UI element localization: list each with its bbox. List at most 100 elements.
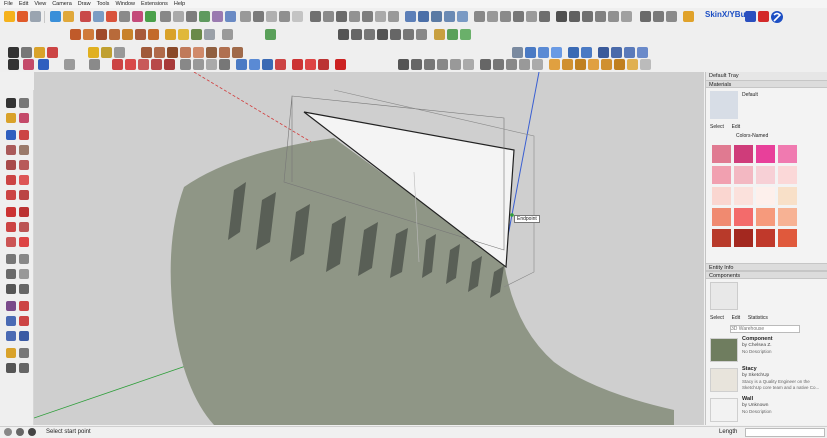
shapes-tool-icon[interactable] — [89, 59, 100, 70]
line-tool-icon[interactable] — [173, 11, 184, 22]
scenes-icon[interactable] — [178, 29, 189, 40]
zoom-icon[interactable] — [6, 316, 16, 326]
xray-icon[interactable] — [556, 11, 567, 22]
shaded-textures-icon[interactable] — [532, 59, 543, 70]
view-back-icon[interactable] — [526, 11, 537, 22]
line-tool-icon[interactable] — [598, 47, 609, 58]
sandbox-from-scratch-icon[interactable] — [323, 11, 334, 22]
menu-file[interactable]: File — [4, 1, 13, 7]
material-swatch[interactable] — [712, 187, 731, 205]
dynamic-components-icon[interactable] — [88, 47, 99, 58]
section-tool-icon[interactable] — [292, 11, 303, 22]
section-plane-icon[interactable] — [19, 363, 29, 373]
tape-tool-icon[interactable] — [6, 254, 16, 264]
tab-components-edit[interactable]: Edit — [732, 315, 741, 321]
menu-edit[interactable]: Edit — [19, 1, 28, 7]
smoove-icon[interactable] — [336, 11, 347, 22]
offset-tool-icon[interactable] — [19, 237, 29, 247]
skin-play-icon[interactable] — [745, 11, 756, 22]
orbit-icon[interactable] — [236, 59, 247, 70]
circle-tool-icon[interactable] — [6, 160, 16, 170]
arc-tool-icon[interactable] — [160, 11, 171, 22]
eraser-icon[interactable] — [19, 113, 29, 123]
material-swatch[interactable] — [756, 187, 775, 205]
edge-style-icon[interactable] — [154, 47, 165, 58]
roof-icon[interactable] — [538, 47, 549, 58]
camera-tool-icon[interactable] — [338, 29, 349, 40]
section-plane-icon[interactable] — [318, 59, 329, 70]
make-component-icon[interactable] — [21, 47, 32, 58]
pan-icon[interactable] — [19, 301, 29, 311]
solid-subtract-icon[interactable] — [418, 11, 429, 22]
make-component-icon[interactable] — [19, 98, 29, 108]
tab-materials-edit[interactable]: Edit — [732, 124, 741, 130]
followme-tool-icon[interactable] — [19, 222, 29, 232]
hidden-line-icon[interactable] — [582, 11, 593, 22]
hidden-line-icon[interactable] — [506, 59, 517, 70]
pencil-icon[interactable] — [38, 59, 49, 70]
play-icon[interactable] — [4, 11, 15, 22]
view-right-icon[interactable] — [437, 59, 448, 70]
wireframe-icon[interactable] — [493, 59, 504, 70]
fog-icon[interactable] — [222, 29, 233, 40]
edge-style-icon[interactable] — [232, 47, 243, 58]
view-front-icon[interactable] — [500, 11, 511, 22]
style-icon[interactable] — [83, 29, 94, 40]
freehand-icon[interactable] — [19, 130, 29, 140]
walk-icon[interactable] — [292, 59, 303, 70]
edge-style-icon[interactable] — [219, 47, 230, 58]
edge-style-icon[interactable] — [193, 47, 204, 58]
shaded-icon[interactable] — [519, 59, 530, 70]
3d-text-icon[interactable] — [19, 284, 29, 294]
style-icon[interactable] — [122, 29, 133, 40]
style-icon[interactable] — [135, 29, 146, 40]
style-icon[interactable] — [96, 29, 107, 40]
menu-camera[interactable]: Camera — [52, 1, 72, 7]
arc-tool-icon[interactable] — [64, 59, 75, 70]
move-tool-icon[interactable] — [125, 59, 136, 70]
pushpull-tool-icon[interactable] — [112, 59, 123, 70]
paint-bucket-icon[interactable] — [6, 113, 16, 123]
solid-union-icon[interactable] — [405, 11, 416, 22]
list-item[interactable]: Stacy by SketchUp Stacy is a Quality Eng… — [710, 366, 826, 396]
protractor-tool-icon[interactable] — [206, 59, 217, 70]
two-point-arc-icon[interactable] — [19, 175, 29, 185]
offset-tool-icon[interactable] — [145, 11, 156, 22]
scale-tool-icon[interactable] — [106, 11, 117, 22]
edge-style-icon[interactable] — [141, 47, 152, 58]
share-model-icon[interactable] — [666, 11, 677, 22]
line-tool-icon[interactable] — [611, 47, 622, 58]
entity-info-header[interactable]: Entity Info — [706, 263, 827, 271]
outliner-icon[interactable] — [191, 29, 202, 40]
view-iso-icon[interactable] — [398, 59, 409, 70]
component-attributes-icon[interactable] — [114, 47, 125, 58]
credits-icon[interactable] — [16, 428, 24, 436]
line-tool-icon[interactable] — [637, 47, 648, 58]
shaded-icon[interactable] — [595, 11, 606, 22]
eraser-icon[interactable] — [23, 59, 34, 70]
orbit-icon[interactable] — [351, 29, 362, 40]
material-swatch[interactable] — [734, 229, 753, 247]
walk-icon[interactable] — [6, 363, 16, 373]
components-header[interactable]: Components — [706, 271, 827, 279]
paint-tool-icon[interactable] — [63, 11, 74, 22]
layers-icon[interactable] — [165, 29, 176, 40]
scale-tool-icon[interactable] — [151, 59, 162, 70]
skin-label[interactable]: SkinX/YBub — [705, 10, 750, 19]
menu-help[interactable]: Help — [174, 1, 185, 7]
style-icon[interactable] — [148, 29, 159, 40]
tape-tool-icon[interactable] — [180, 59, 191, 70]
list-item[interactable]: Component by Chelsea Z. No Description — [710, 336, 826, 366]
select-arrow-icon[interactable] — [8, 59, 19, 70]
material-swatch[interactable] — [778, 208, 797, 226]
material-swatch[interactable] — [734, 166, 753, 184]
view-right-icon[interactable] — [513, 11, 524, 22]
style-icon[interactable] — [601, 59, 612, 70]
previous-view-icon[interactable] — [19, 331, 29, 341]
measure-icon[interactable] — [512, 47, 523, 58]
view-top-icon[interactable] — [411, 59, 422, 70]
sandbox-from-contours-icon[interactable] — [310, 11, 321, 22]
select-arrow-icon[interactable] — [6, 98, 16, 108]
tab-materials-select[interactable]: Select — [710, 124, 724, 130]
pushpull-tool-icon[interactable] — [19, 207, 29, 217]
